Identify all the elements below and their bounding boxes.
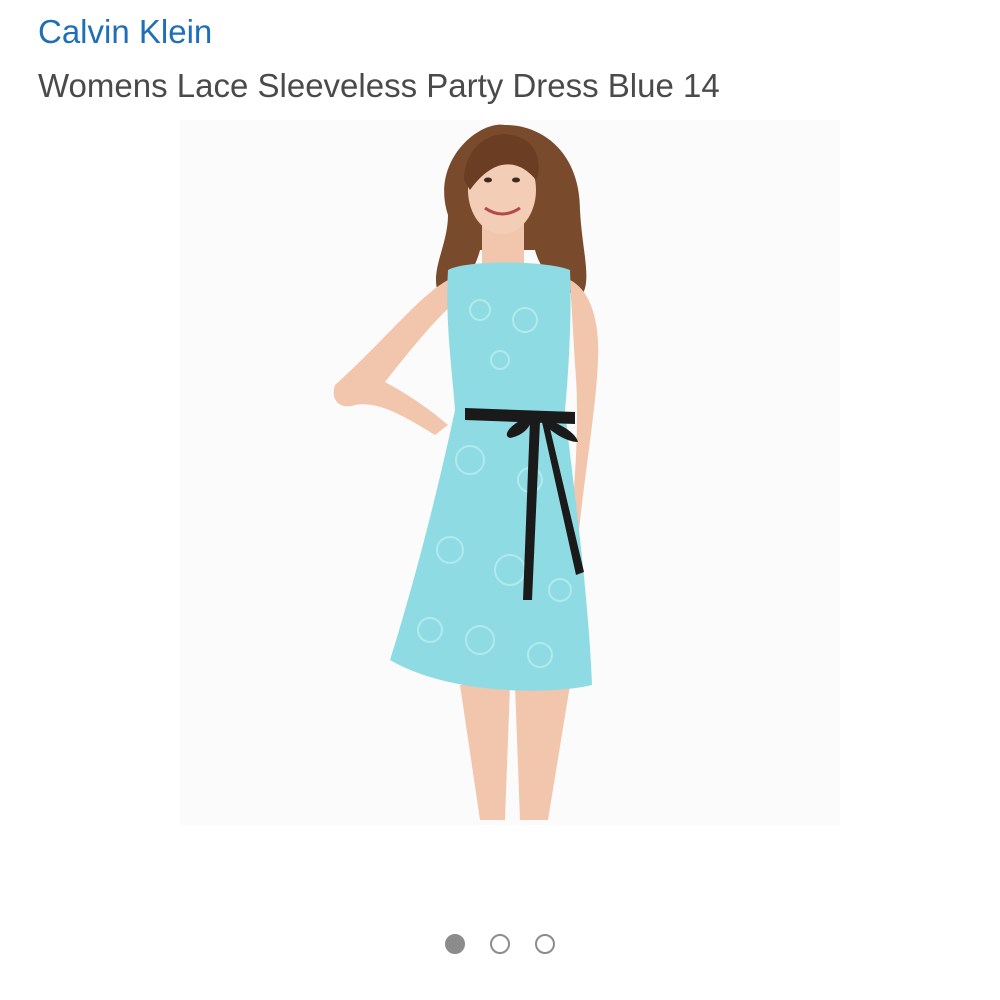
product-title: Womens Lace Sleeveless Party Dress Blue … — [38, 67, 720, 104]
product-image[interactable] — [180, 120, 840, 825]
dress-photo-icon — [180, 120, 840, 825]
pagination-dot-2[interactable] — [490, 934, 510, 954]
pagination-dot-3[interactable] — [535, 934, 555, 954]
image-pagination — [0, 934, 1000, 960]
brand-link[interactable]: Calvin Klein — [38, 12, 212, 52]
pagination-dot-1[interactable] — [445, 934, 465, 954]
